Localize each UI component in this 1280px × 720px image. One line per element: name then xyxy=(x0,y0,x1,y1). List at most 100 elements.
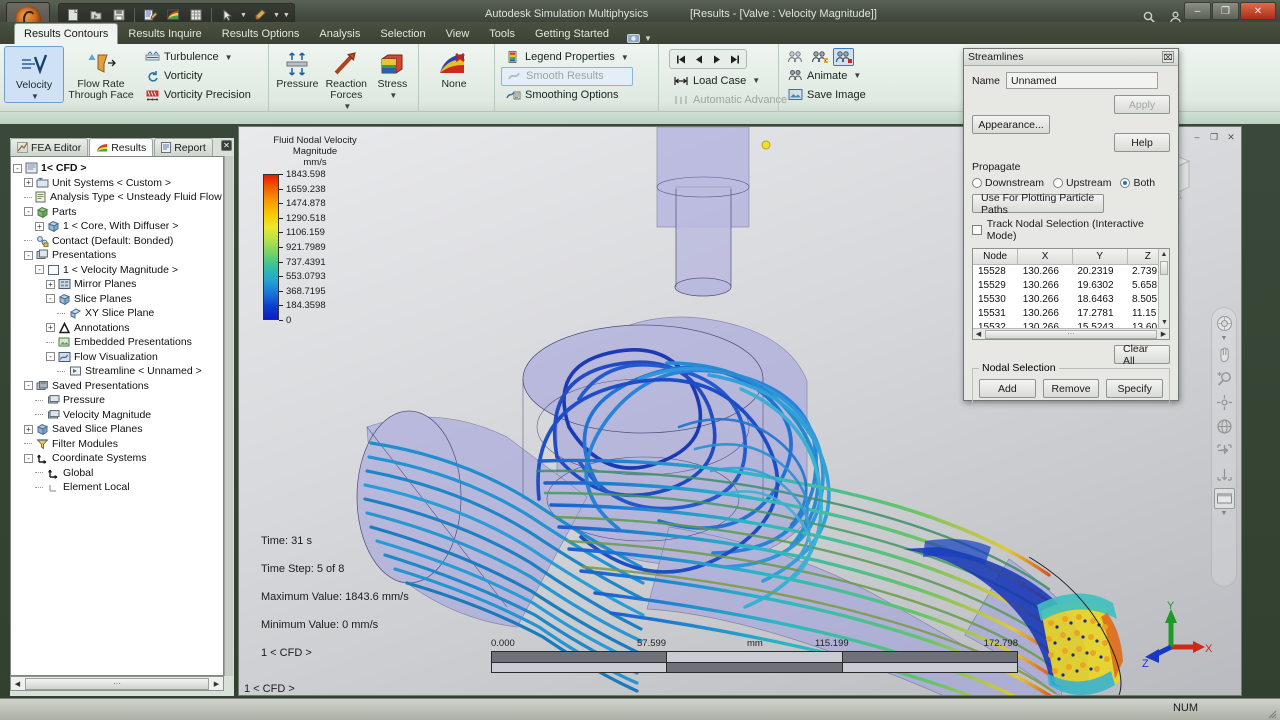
tree-expander[interactable]: - xyxy=(24,251,33,260)
scroll-right-icon[interactable]: ▶ xyxy=(1158,330,1169,338)
node-table-vertical-scrollbar[interactable]: ▲ ▼ xyxy=(1158,249,1169,339)
remove-button[interactable]: Remove xyxy=(1043,379,1100,398)
tree-item-unit-systems-custom[interactable]: +Unit Systems < Custom > xyxy=(13,176,221,191)
chevron-down-icon[interactable]: ▼ xyxy=(853,71,861,80)
tree-vertical-scrollbar[interactable] xyxy=(224,156,233,676)
look-icon[interactable] xyxy=(1214,440,1235,461)
node-table-header-x[interactable]: X xyxy=(1018,249,1073,264)
chevron-down-icon[interactable]: ▼ xyxy=(343,101,351,112)
chevron-down-icon[interactable]: ▼ xyxy=(225,53,233,62)
scroll-right-icon[interactable]: ▶ xyxy=(210,677,223,690)
tab-analysis[interactable]: Analysis xyxy=(309,23,370,44)
walk-icon[interactable] xyxy=(1214,464,1235,485)
flow-rate-through-face-button[interactable]: Flow Rate Through Face xyxy=(64,46,138,101)
node-table-row[interactable]: 15530130.26618.64638.505 xyxy=(973,292,1169,306)
tree-item-global[interactable]: Global xyxy=(13,466,221,481)
tree-expander[interactable]: + xyxy=(24,178,33,187)
scroll-left-icon[interactable]: ◀ xyxy=(973,330,984,338)
pan-hand-icon[interactable] xyxy=(1214,344,1235,365)
scroll-thumb[interactable]: ⋯ xyxy=(985,330,1157,339)
tab-fea-editor[interactable]: FEA Editor xyxy=(10,138,88,156)
tab-results[interactable]: Results xyxy=(89,138,153,156)
propagate-both-radio[interactable]: Both xyxy=(1120,177,1155,189)
node-table-header-node[interactable]: Node xyxy=(973,249,1018,264)
viewport-close-icon[interactable]: ✕ xyxy=(1225,131,1237,143)
tab-selection[interactable]: Selection xyxy=(370,23,435,44)
node-table-row[interactable]: 15528130.26620.23192.739 xyxy=(973,264,1169,278)
tab-view[interactable]: View xyxy=(436,23,480,44)
browser-close-button[interactable]: ✕ xyxy=(221,140,232,151)
add-button[interactable]: Add xyxy=(979,379,1036,398)
viewport-restore-icon[interactable]: ❐ xyxy=(1208,131,1220,143)
streamlines-dialog-close-button[interactable]: ⌧ xyxy=(1162,51,1174,63)
previous-loadcase-button[interactable] xyxy=(691,51,707,67)
stress-button[interactable]: Stress ▼ xyxy=(371,46,414,101)
tree-expander[interactable]: + xyxy=(46,280,55,289)
none-button[interactable]: None xyxy=(423,46,485,90)
maximize-button[interactable]: ❐ xyxy=(1212,2,1239,20)
chevron-down-icon[interactable]: ▼ xyxy=(31,91,39,102)
close-button[interactable]: ✕ xyxy=(1240,2,1276,20)
orbit-icon[interactable] xyxy=(1214,392,1235,413)
load-case-button[interactable]: Load Case ▼ xyxy=(669,71,764,90)
track-nodal-selection-row[interactable]: Track Nodal Selection (Interactive Mode) xyxy=(972,218,1170,242)
tree-item-xy-slice-plane[interactable]: XY Slice Plane xyxy=(13,306,221,321)
scroll-down-icon[interactable]: ▼ xyxy=(1159,317,1170,328)
propagate-downstream-radio[interactable]: Downstream xyxy=(972,177,1044,189)
tree-item-coordinate-systems[interactable]: -Coordinate Systems xyxy=(13,451,221,466)
tree-item-parts[interactable]: -Parts xyxy=(13,205,221,220)
next-loadcase-button[interactable] xyxy=(709,51,725,67)
tab-results-contours[interactable]: Results Contours xyxy=(14,23,118,44)
capture-sequence-icon[interactable] xyxy=(809,48,830,66)
streamlines-dialog[interactable]: Streamlines ⌧ Name Unnamed Apply Appeara… xyxy=(963,48,1179,401)
tree-expander[interactable]: + xyxy=(46,323,55,332)
tab-tools[interactable]: Tools xyxy=(479,23,525,44)
chevron-down-icon-2[interactable]: ▼ xyxy=(273,12,280,19)
tree-item-mirror-planes[interactable]: +Mirror Planes xyxy=(13,277,221,292)
use-for-plotting-particle-paths-button[interactable]: Use For Plotting Particle Paths xyxy=(972,194,1104,213)
tree-expander[interactable]: - xyxy=(35,265,44,274)
tree-item-annotations[interactable]: +Annotations xyxy=(13,321,221,336)
node-table-row[interactable]: 15529130.26619.63025.658 xyxy=(973,278,1169,292)
tab-report[interactable]: Report xyxy=(154,138,213,156)
node-table-header-y[interactable]: Y xyxy=(1072,249,1127,264)
node-table[interactable]: NodeXYZ15528130.26620.23192.73915529130.… xyxy=(972,248,1170,340)
tree-item-1-velocity-magnitude[interactable]: -1 < Velocity Magnitude > xyxy=(13,263,221,278)
steering-wheel-icon[interactable] xyxy=(1214,313,1235,334)
tree-item-presentations[interactable]: -Presentations xyxy=(13,248,221,263)
zoom-magnifier-icon[interactable] xyxy=(1214,368,1235,389)
scroll-thumb[interactable]: ⋯ xyxy=(25,678,209,690)
chevron-down-icon[interactable]: ▼ xyxy=(240,12,247,19)
vorticity-precision-button[interactable]: Vorticity Precision xyxy=(140,86,255,105)
tree-expander[interactable]: - xyxy=(46,294,55,303)
appearance-button[interactable]: Appearance... xyxy=(972,115,1050,134)
track-nodal-selection-checkbox[interactable] xyxy=(972,225,982,235)
scroll-left-icon[interactable]: ◀ xyxy=(11,677,24,690)
tree-item-flow-visualization[interactable]: -Flow Visualization xyxy=(13,350,221,365)
qat-overflow-icon[interactable]: ▼ xyxy=(283,12,290,19)
tree-expander[interactable]: + xyxy=(24,425,33,434)
free-orbit-icon[interactable] xyxy=(1214,416,1235,437)
zoom-window-icon[interactable] xyxy=(1214,488,1235,509)
minimize-button[interactable]: – xyxy=(1184,2,1211,20)
tree-item-saved-slice-planes[interactable]: +Saved Slice Planes xyxy=(13,422,221,437)
resize-grip-icon[interactable] xyxy=(1265,706,1277,718)
scroll-up-icon[interactable]: ▲ xyxy=(1159,249,1169,260)
smoothing-options-button[interactable]: Smoothing Options xyxy=(501,86,633,105)
vorticity-button[interactable]: Vorticity xyxy=(140,67,255,86)
help-button[interactable]: Help xyxy=(1114,133,1170,152)
tree-item-analysis-type-unsteady-fluid-flow[interactable]: Analysis Type < Unsteady Fluid Flow > xyxy=(13,190,221,205)
tree-item-element-local[interactable]: Element Local xyxy=(13,480,221,495)
tree-expander[interactable]: - xyxy=(24,207,33,216)
reaction-forces-button[interactable]: Reaction Forces ▼ xyxy=(322,46,371,112)
propagate-upstream-radio[interactable]: Upstream xyxy=(1053,177,1112,189)
model-tree[interactable]: -1< CFD >+Unit Systems < Custom >Analysi… xyxy=(10,156,224,676)
node-table-horizontal-scrollbar[interactable]: ◀ ⋯ ▶ xyxy=(973,328,1169,339)
tree-expander[interactable]: + xyxy=(35,222,44,231)
tree-item-filter-modules[interactable]: Filter Modules xyxy=(13,437,221,452)
tree-expander[interactable]: - xyxy=(24,454,33,463)
tree-horizontal-scrollbar[interactable]: ◀ ⋯ ▶ xyxy=(10,676,224,691)
capture-active-icon[interactable] xyxy=(833,48,854,66)
chevron-down-icon[interactable]: ▼ xyxy=(621,53,629,62)
tree-expander[interactable]: - xyxy=(46,352,55,361)
